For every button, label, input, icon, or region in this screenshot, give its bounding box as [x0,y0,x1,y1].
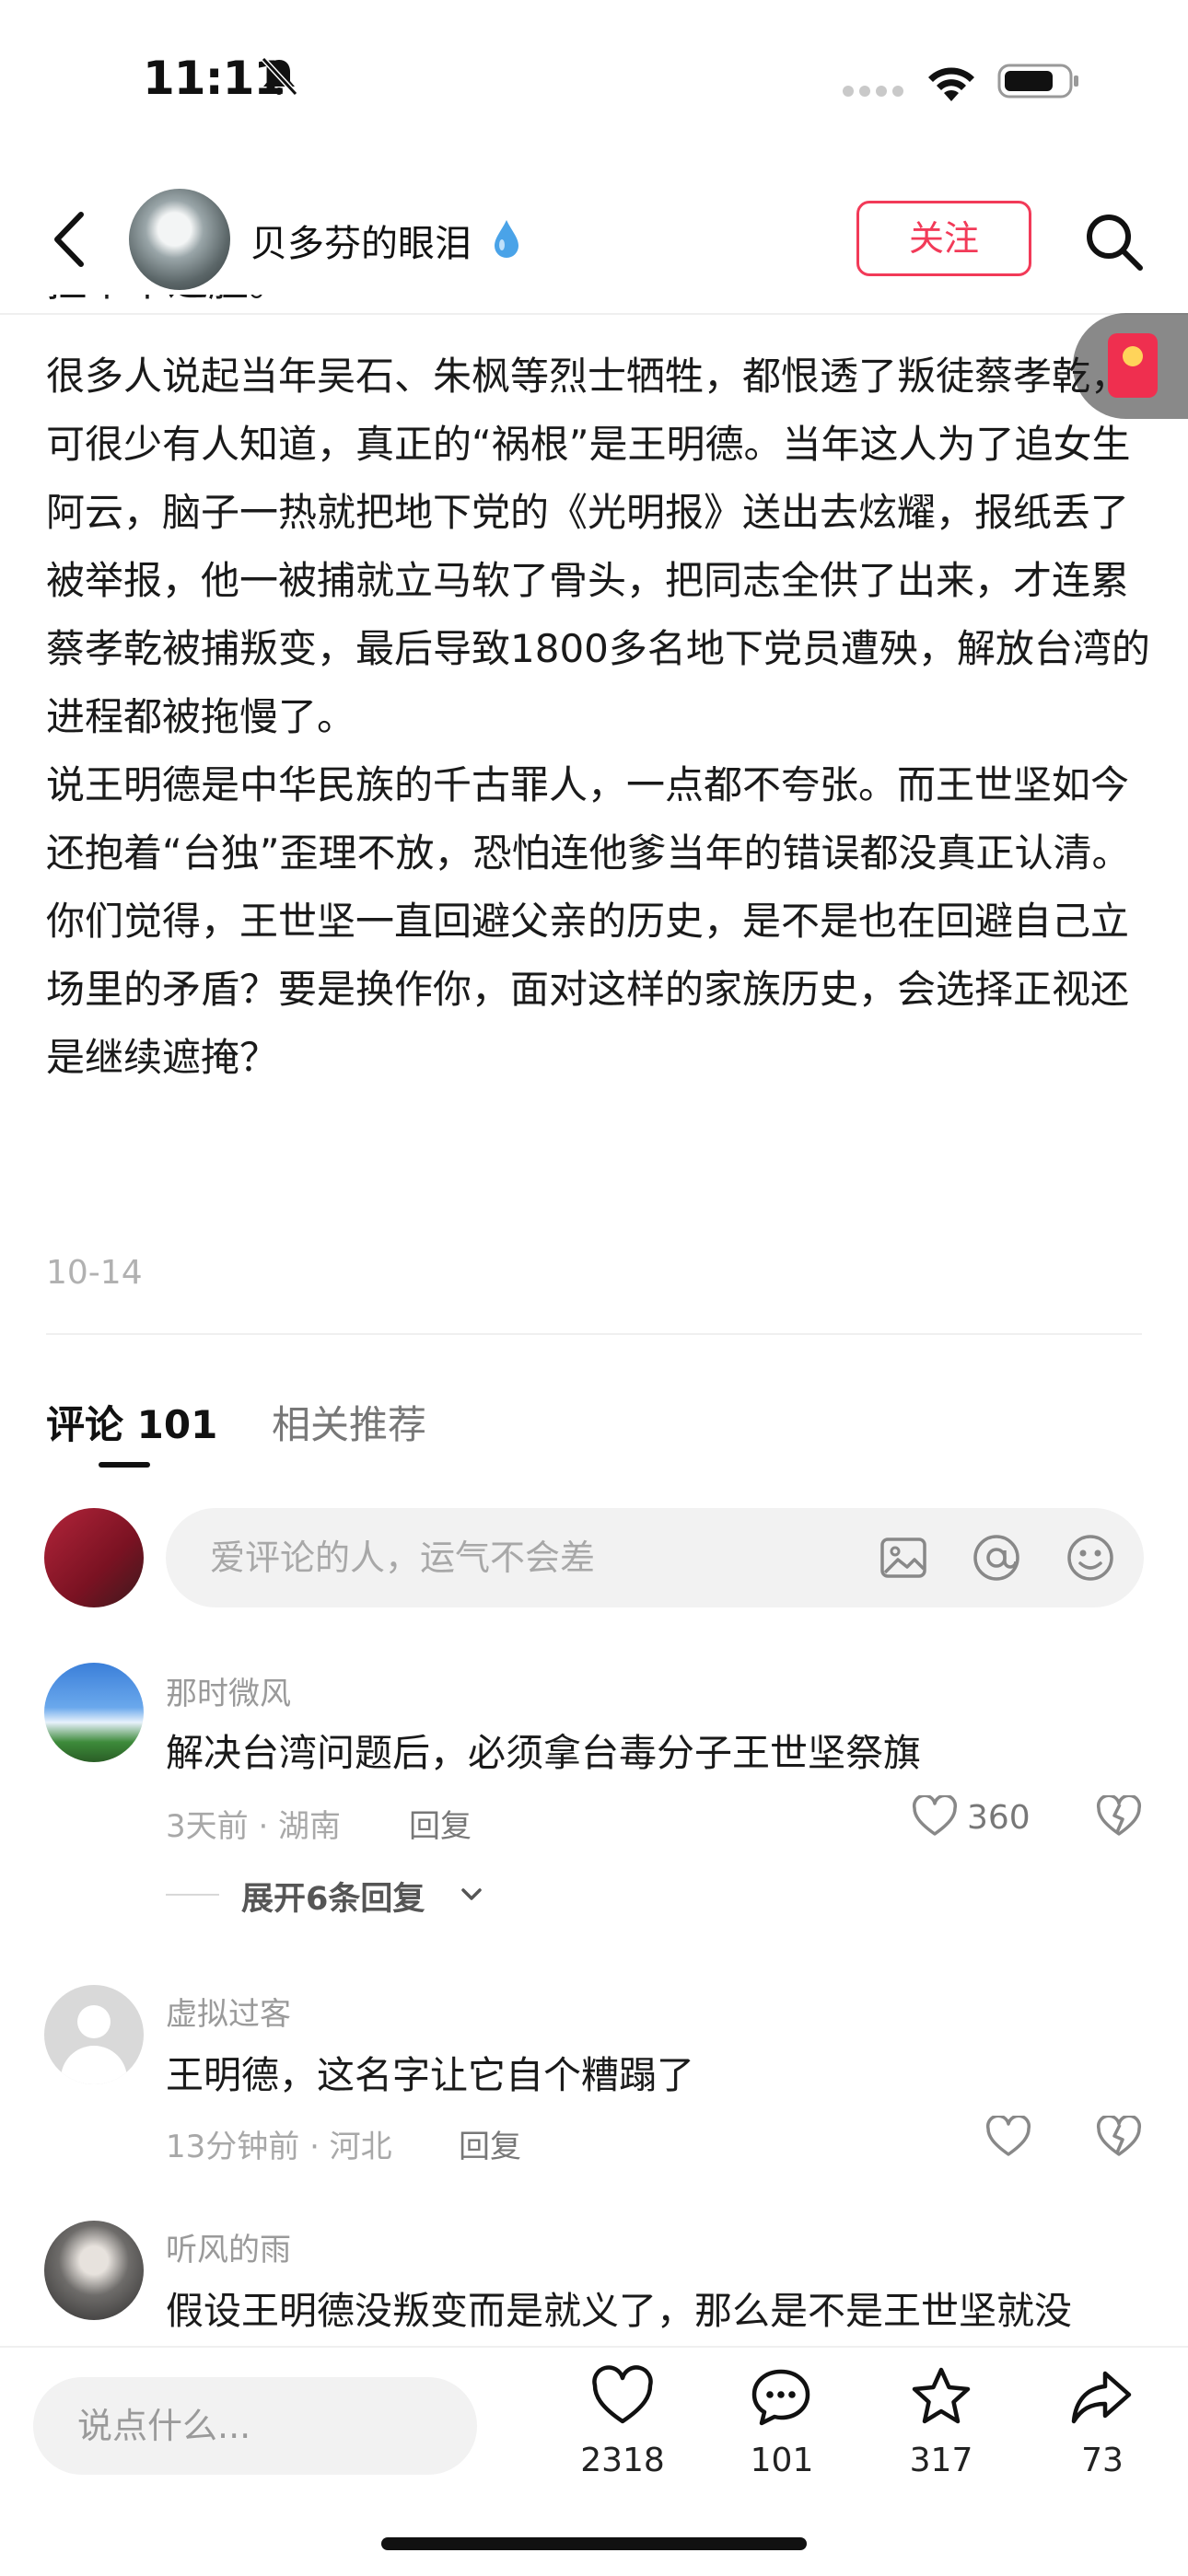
battery-icon [997,64,1078,99]
dislike-icon[interactable] [1096,1795,1142,1838]
post-date: 10-14 [46,1254,143,1292]
star-icon[interactable] [908,2364,974,2431]
expand-replies-button[interactable]: 展开6条回复 [241,1873,425,1920]
reply-button[interactable]: 回复 [459,2121,521,2166]
emoji-icon[interactable] [1065,1532,1116,1584]
comment-username[interactable]: 那时微风 [166,1668,291,1713]
article-cut-line: 拉个个过脸。 [46,295,1151,315]
commenter-avatar[interactable] [44,1985,144,2084]
water-drop-icon [495,220,518,258]
follow-button[interactable]: 关注 [856,201,1031,276]
at-icon[interactable] [971,1532,1022,1584]
share-icon[interactable] [1068,2364,1135,2431]
reply-button[interactable]: 回复 [409,1801,472,1846]
comment-meta: 13分钟前 · 河北 [166,2129,392,2165]
like-count: 360 [967,1799,1031,1837]
comment-text: 解决台湾问题后，必须拿台毒分子王世坚祭旗 [166,1731,921,1775]
author-name[interactable]: 贝多芬的眼泪 [250,214,472,267]
back-arrow-icon[interactable] [46,207,92,272]
author-avatar[interactable] [129,189,230,290]
active-tab-indicator [99,1462,150,1468]
tab-comments[interactable]: 评论 101 [46,1394,217,1450]
comment-count: 101 [750,2442,814,2479]
expand-line [166,1894,219,1896]
comment-meta: 3天前 · 湖南 [166,1808,342,1845]
header-divider [0,313,1188,315]
article-paragraph: 很多人说起当年吴石、朱枫等烈士牺牲，都恨透了叛徒蔡孝乾，可很少有人知道，真正的“… [46,354,1150,739]
wifi-icon [928,67,974,101]
article-paragraph: 说王明德是中华民族的千古罪人，一点都不夸张。而王世坚如今还抱着“台独”歪理不放，… [46,762,1131,876]
comment-username[interactable]: 听风的雨 [166,2224,291,2269]
heart-icon[interactable] [985,2116,1031,2158]
commenter-avatar[interactable] [44,1663,144,1762]
article-body: 很多人说起当年吴石、朱枫等烈士牺牲，都恨透了叛徒蔡孝乾，可很少有人知道，真正的“… [46,342,1151,1092]
my-avatar [44,1508,144,1607]
say-something-input[interactable] [33,2377,477,2475]
chevron-down-icon[interactable] [459,1882,484,1908]
signal-icon [843,83,909,100]
heart-icon[interactable] [589,2364,656,2431]
comment-icon[interactable] [748,2364,814,2431]
home-indicator [381,2537,807,2550]
commenter-avatar[interactable] [44,2221,144,2320]
image-icon[interactable] [878,1532,929,1584]
comment-text: 王明德，这名字让它自个糟蹋了 [166,2053,694,2097]
comment-text: 假设王明德没叛变而是就义了，那么是不是王世坚就没 [166,2289,1072,2333]
like-count: 2318 [580,2442,665,2479]
bell-muted-icon [261,56,298,97]
tab-related[interactable]: 相关推荐 [272,1394,426,1450]
article-paragraph: 你们觉得，王世坚一直回避父亲的历史，是不是也在回避自己立场里的矛盾？要是换作你，… [46,899,1130,1080]
share-count: 73 [1081,2442,1124,2479]
divider [46,1333,1142,1335]
heart-icon[interactable] [912,1795,958,1838]
search-icon[interactable] [1082,210,1147,274]
favorite-count: 317 [909,2442,973,2479]
dislike-icon[interactable] [1096,2116,1142,2158]
comment-username[interactable]: 虚拟过客 [166,1989,291,2034]
